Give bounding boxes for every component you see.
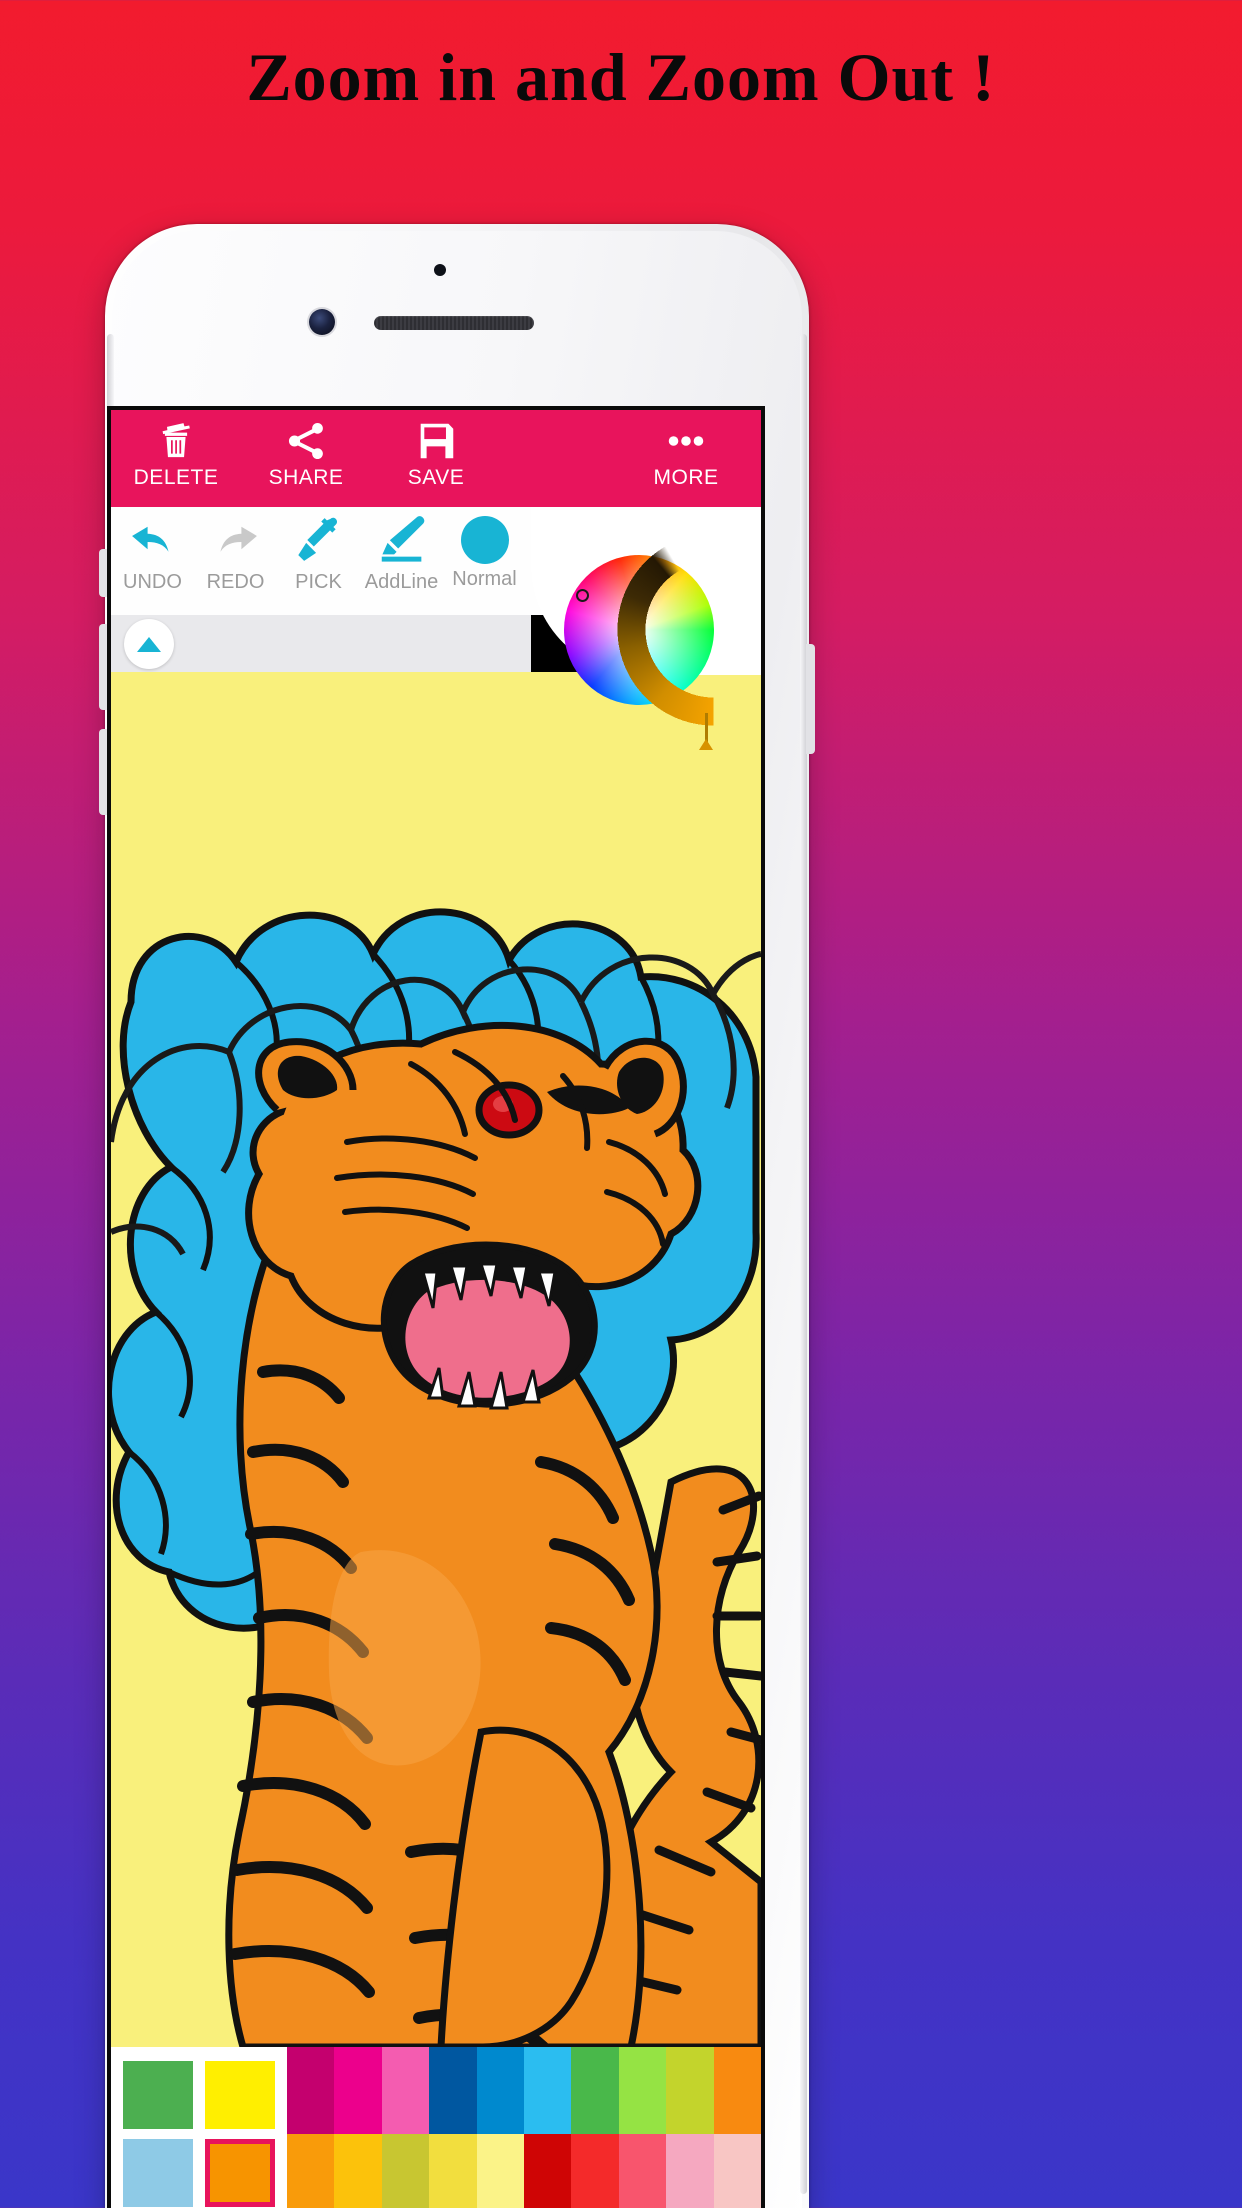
palette-swatch[interactable] [429,2047,477,2134]
recent-swatch-3[interactable] [123,2139,193,2207]
collapse-toolbar-button[interactable] [124,619,174,669]
undo-label: UNDO [123,571,182,593]
brightness-arc-handle[interactable] [699,713,713,750]
more-button[interactable]: MORE [611,410,761,507]
recent-swatch-4-selected[interactable] [205,2139,275,2207]
page-title: Zoom in and Zoom Out ! [246,39,996,115]
delete-label: DELETE [133,466,219,489]
floppy-disk-icon [413,418,459,464]
brush-mode-label: Normal [452,568,517,590]
palette-swatch[interactable] [524,2134,572,2208]
palette-swatch[interactable] [571,2134,619,2208]
coloring-canvas[interactable] [111,672,761,2047]
earpiece-speaker-icon [374,316,534,330]
save-button[interactable]: SAVE [371,410,501,507]
power-button[interactable] [806,644,815,754]
trash-icon [153,418,199,464]
redo-label: REDO [206,571,265,593]
palette-swatch[interactable] [713,2134,761,2208]
eyedropper-icon [292,513,346,567]
share-icon [283,418,329,464]
pick-label: PICK [295,571,342,593]
palette-swatch[interactable] [381,2047,430,2134]
brush-mode-button[interactable]: Normal [443,513,526,591]
palette-swatch[interactable] [476,2134,524,2208]
redo-button[interactable]: REDO [194,513,277,594]
front-camera-icon [309,309,335,335]
palette-grid [287,2047,761,2208]
share-label: SHARE [268,466,344,489]
recent-swatch-1[interactable] [123,2061,193,2129]
palette-swatch[interactable] [618,2047,667,2134]
phone-edge-right [800,334,807,2194]
recent-colors [111,2047,287,2208]
palette-swatch[interactable] [381,2134,430,2208]
palette-swatch[interactable] [429,2134,477,2208]
triangle-up-icon [137,636,161,652]
palette-swatch[interactable] [287,2134,335,2208]
pick-button[interactable]: PICK [277,513,360,594]
more-label: MORE [653,466,719,489]
addline-button[interactable]: AddLine [360,513,443,594]
save-label: SAVE [407,466,465,489]
palette-swatch[interactable] [666,2134,714,2208]
delete-button[interactable]: DELETE [111,410,241,507]
redo-arrow-icon [209,513,263,567]
color-picker[interactable] [564,527,761,750]
top-toolbar: DELETE SHARE SAVE MORE [111,410,761,507]
addline-label: AddLine [364,571,439,593]
pencil-line-icon [375,513,429,567]
palette-swatch[interactable] [666,2047,714,2134]
palette-swatch[interactable] [618,2134,667,2208]
palette-swatch[interactable] [524,2047,572,2134]
color-wheel-cursor[interactable] [576,589,589,602]
undo-button[interactable]: UNDO [111,513,194,594]
palette-swatch[interactable] [334,2134,382,2208]
tiger [225,1021,761,2047]
filled-circle-icon [460,516,509,564]
palette-swatch[interactable] [713,2047,761,2134]
recent-swatch-2[interactable] [205,2061,275,2129]
palette-swatch[interactable] [334,2047,382,2134]
app-screen: DELETE SHARE SAVE MORE UNDO REDO PICK Ad… [107,406,765,2208]
color-palette [111,2047,761,2208]
phone-mockup: DELETE SHARE SAVE MORE UNDO REDO PICK Ad… [99,224,815,2208]
palette-swatch[interactable] [287,2047,335,2134]
ellipsis-icon [663,418,709,464]
palette-swatch[interactable] [571,2047,619,2134]
panel-collapse-bar [111,615,531,672]
palette-swatch[interactable] [476,2047,524,2134]
proximity-sensor-icon [434,264,446,276]
undo-arrow-icon [126,513,180,567]
share-button[interactable]: SHARE [241,410,371,507]
